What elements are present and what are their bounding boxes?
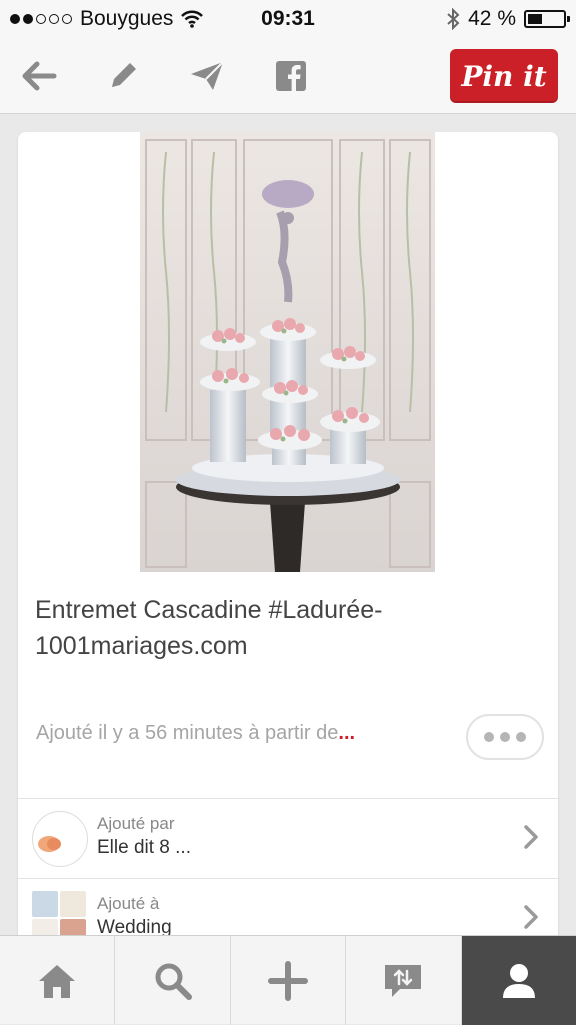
- profile-icon: [502, 963, 535, 998]
- pin-title: Entremet Cascadine #Ladurée-1001mariages…: [35, 596, 383, 660]
- chevron-right-icon: [524, 825, 538, 849]
- added-by-label: Ajouté par: [97, 814, 175, 833]
- pin-meta-ellipsis[interactable]: ...: [338, 722, 355, 744]
- tab-news[interactable]: [346, 936, 462, 1025]
- tab-add[interactable]: [231, 936, 347, 1025]
- home-icon: [39, 964, 76, 998]
- signal-strength-icon: [10, 14, 72, 24]
- added-by-row[interactable]: Ajouté par Elle dit 8 ...: [18, 798, 558, 878]
- pin-meta: Ajouté il y a 56 minutes à partir de...: [36, 722, 396, 745]
- tab-profile[interactable]: [461, 936, 576, 1025]
- send-icon[interactable]: [186, 55, 228, 97]
- search-icon: [155, 963, 192, 1000]
- pin-image[interactable]: [140, 132, 435, 572]
- tab-search[interactable]: [115, 936, 231, 1025]
- back-arrow-icon[interactable]: [18, 55, 60, 97]
- pin-card: Entremet Cascadine #Ladurée-1001mariages…: [18, 132, 558, 952]
- battery-icon: [524, 10, 570, 28]
- toolbar: Pin it: [0, 38, 576, 114]
- battery-percent: 42 %: [468, 7, 516, 30]
- carrier-name: Bouygues: [80, 7, 174, 30]
- bluetooth-icon: [447, 8, 460, 30]
- more-dots-icon: [484, 732, 494, 742]
- pin-meta-text: Ajouté il y a 56 minutes à partir de: [36, 722, 339, 744]
- pencil-icon[interactable]: [102, 55, 144, 97]
- tab-home[interactable]: [0, 936, 116, 1025]
- status-time: 09:31: [261, 7, 315, 30]
- added-by-value: Elle dit 8 ...: [97, 837, 191, 858]
- wifi-icon: [181, 10, 204, 28]
- user-avatar: [32, 810, 88, 867]
- status-bar: Bouygues 09:31 42 %: [0, 0, 576, 38]
- add-icon: [268, 960, 309, 1001]
- pin-it-button[interactable]: Pin it: [450, 49, 558, 103]
- tab-bar: [0, 935, 576, 1025]
- more-options-button[interactable]: [466, 714, 544, 760]
- added-to-label: Ajouté à: [97, 894, 160, 913]
- facebook-icon[interactable]: [270, 55, 312, 97]
- news-icon: [385, 964, 422, 997]
- chevron-right-icon: [524, 905, 538, 929]
